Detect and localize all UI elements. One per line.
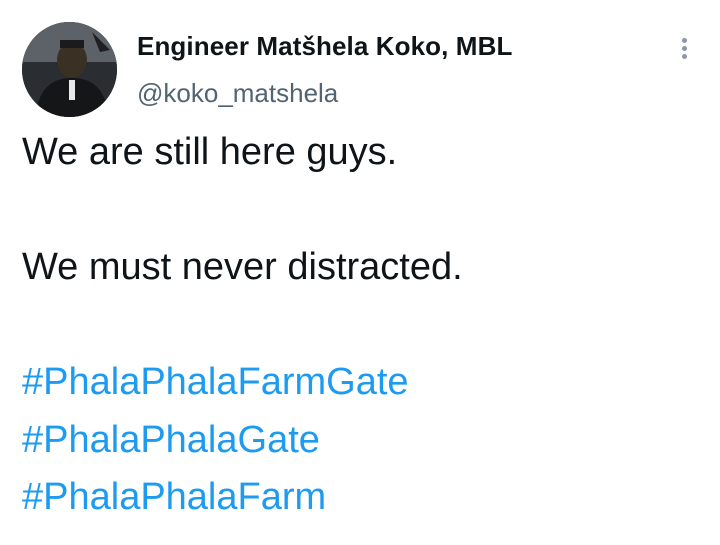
tweet-line: We are still here guys. (22, 131, 398, 173)
author-display-name[interactable]: Engineer Matšhela Koko, MBL (137, 31, 512, 62)
hashtag-link[interactable]: #PhalaPhalaFarmGate (22, 354, 702, 412)
hashtag-link[interactable]: #PhalaPhalaFarm (22, 469, 702, 527)
tweet-text: We are still here guys. We must never di… (22, 124, 702, 527)
avatar-photo (22, 22, 117, 117)
dot (681, 38, 687, 43)
dot (681, 46, 687, 51)
more-vertical-icon[interactable] (672, 36, 696, 66)
author-handle[interactable]: @koko_matshela (137, 78, 338, 109)
tweet-line: We must never distracted. (22, 246, 463, 288)
tweet-card: Engineer Matšhela Koko, MBL @koko_matshe… (0, 0, 720, 545)
hashtag-link[interactable]: #PhalaPhalaGate (22, 412, 702, 470)
dot (681, 54, 687, 59)
author-avatar[interactable] (22, 22, 117, 117)
